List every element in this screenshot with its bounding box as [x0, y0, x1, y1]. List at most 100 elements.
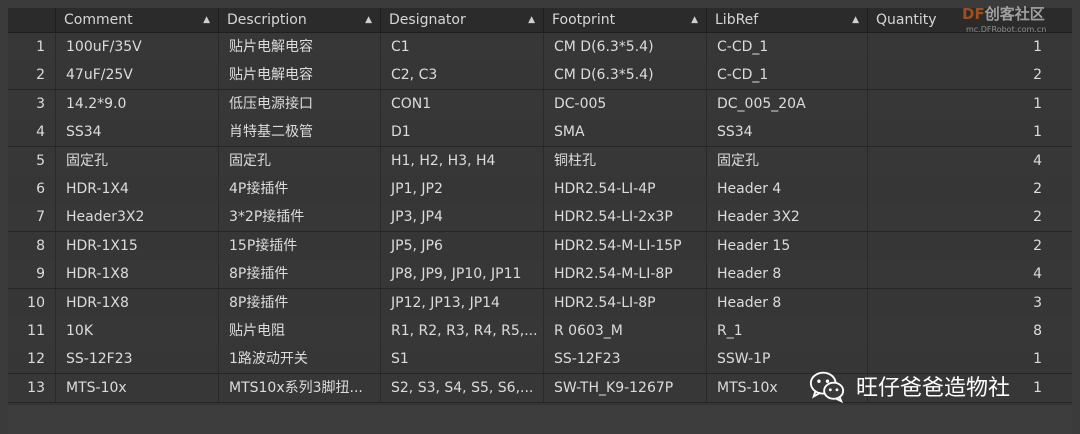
table-row[interactable]: 11 10K 贴片电阻 R1, R2, R3, R4, R5,... R 0603_M R… — [8, 317, 1072, 346]
cell-libref[interactable]: Header 8 — [707, 260, 868, 289]
cell-footprint[interactable]: SW-TH_K9-1267P — [544, 373, 707, 402]
cell-designator[interactable]: JP5, JP6 — [381, 231, 544, 260]
cell-libref[interactable]: Header 3X2 — [707, 203, 868, 232]
cell-designator[interactable]: CON1 — [381, 89, 544, 118]
cell-comment[interactable]: Header3X2 — [56, 203, 219, 232]
cell-libref[interactable]: C-CD_1 — [707, 33, 868, 61]
cell-comment[interactable]: HDR-1X15 — [56, 231, 219, 260]
cell-row-number[interactable]: 10 — [8, 288, 56, 317]
cell-description[interactable]: 固定孔 — [219, 146, 381, 175]
header-description[interactable]: Description ▲ — [219, 8, 381, 32]
header-footprint[interactable]: Footprint ▲ — [544, 8, 707, 32]
cell-footprint[interactable]: HDR2.54-LI-4P — [544, 175, 707, 203]
cell-designator[interactable]: C1 — [381, 33, 544, 61]
cell-description[interactable]: 15P接插件 — [219, 231, 381, 260]
cell-libref[interactable]: Header 8 — [707, 288, 868, 317]
cell-comment[interactable]: SS34 — [56, 118, 219, 147]
cell-quantity[interactable]: 4 — [868, 147, 1072, 175]
cell-designator[interactable]: S2, S3, S4, S5, S6,... — [381, 373, 544, 402]
table-row[interactable]: 4 SS34 肖特基二极管 D1 SMA SS34 1 — [8, 118, 1072, 148]
cell-footprint[interactable]: HDR2.54-M-LI-8P — [544, 260, 707, 289]
cell-designator[interactable]: JP3, JP4 — [381, 203, 544, 232]
cell-designator[interactable]: JP1, JP2 — [381, 175, 544, 203]
cell-description[interactable]: 贴片电解电容 — [219, 33, 381, 61]
cell-quantity[interactable]: 8 — [868, 317, 1072, 345]
cell-quantity[interactable]: 1 — [868, 33, 1072, 61]
cell-comment[interactable]: 100uF/35V — [56, 33, 219, 61]
header-comment[interactable]: Comment ▲ — [56, 8, 219, 32]
table-row[interactable]: 8 HDR-1X15 15P接插件 JP5, JP6 HDR2.54-M-LI-15P H… — [8, 231, 1072, 261]
cell-description[interactable]: 1路波动开关 — [219, 345, 381, 374]
cell-libref[interactable]: 固定孔 — [707, 146, 868, 175]
cell-comment[interactable]: 14.2*9.0 — [56, 89, 219, 118]
cell-quantity[interactable]: 2 — [868, 232, 1072, 260]
cell-footprint[interactable]: 铜柱孔 — [544, 146, 707, 175]
cell-row-number[interactable]: 1 — [8, 33, 56, 61]
table-row[interactable]: 1 100uF/35V 贴片电解电容 C1 CM D(6.3*5.4) C-CD_1 1 — [8, 33, 1072, 62]
cell-footprint[interactable]: DC-005 — [544, 89, 707, 118]
cell-row-number[interactable]: 4 — [8, 118, 56, 147]
table-row[interactable]: 2 47uF/25V 贴片电解电容 C2, C3 CM D(6.3*5.4) C-CD_1… — [8, 61, 1072, 91]
cell-description[interactable]: 贴片电解电容 — [219, 61, 381, 90]
cell-description[interactable]: MTS10x系列3脚扭... — [219, 373, 381, 402]
cell-comment[interactable]: SS-12F23 — [56, 345, 219, 374]
cell-row-number[interactable]: 5 — [8, 146, 56, 175]
cell-footprint[interactable]: HDR2.54-LI-8P — [544, 288, 707, 317]
cell-quantity[interactable]: 2 — [868, 175, 1072, 203]
cell-description[interactable]: 低压电源接口 — [219, 89, 381, 118]
cell-footprint[interactable]: CM D(6.3*5.4) — [544, 61, 707, 90]
cell-quantity[interactable]: 4 — [868, 260, 1072, 288]
cell-row-number[interactable]: 7 — [8, 203, 56, 232]
cell-comment[interactable]: 10K — [56, 317, 219, 345]
table-row[interactable]: 6 HDR-1X4 4P接插件 JP1, JP2 HDR2.54-LI-4P Header… — [8, 175, 1072, 204]
cell-footprint[interactable]: HDR2.54-M-LI-15P — [544, 231, 707, 260]
cell-description[interactable]: 3*2P接插件 — [219, 203, 381, 232]
cell-footprint[interactable]: R 0603_M — [544, 317, 707, 345]
cell-quantity[interactable]: 2 — [868, 61, 1072, 89]
cell-footprint[interactable]: HDR2.54-LI-2x3P — [544, 203, 707, 232]
cell-description[interactable]: 贴片电阻 — [219, 317, 381, 345]
cell-comment[interactable]: HDR-1X8 — [56, 288, 219, 317]
cell-row-number[interactable]: 3 — [8, 89, 56, 118]
cell-libref[interactable]: Header 15 — [707, 231, 868, 260]
cell-description[interactable]: 8P接插件 — [219, 288, 381, 317]
cell-description[interactable]: 肖特基二极管 — [219, 118, 381, 147]
cell-quantity[interactable]: 2 — [868, 203, 1072, 231]
table-row[interactable]: 3 14.2*9.0 低压电源接口 CON1 DC-005 DC_005_20A 1 — [8, 89, 1072, 119]
cell-row-number[interactable]: 6 — [8, 175, 56, 203]
header-libref[interactable]: LibRef ▲ — [707, 8, 868, 32]
cell-designator[interactable]: C2, C3 — [381, 61, 544, 90]
cell-footprint[interactable]: CM D(6.3*5.4) — [544, 33, 707, 61]
table-row[interactable]: 7 Header3X2 3*2P接插件 JP3, JP4 HDR2.54-LI-2x3P… — [8, 203, 1072, 233]
cell-libref[interactable]: DC_005_20A — [707, 89, 868, 118]
cell-designator[interactable]: JP12, JP13, JP14 — [381, 288, 544, 317]
cell-designator[interactable]: D1 — [381, 118, 544, 147]
table-row[interactable]: 10 HDR-1X8 8P接插件 JP12, JP13, JP14 HDR2.54-LI… — [8, 288, 1072, 318]
cell-row-number[interactable]: 2 — [8, 61, 56, 90]
cell-libref[interactable]: SS34 — [707, 118, 868, 147]
table-row[interactable]: 5 固定孔 固定孔 H1, H2, H3, H4 铜柱孔 固定孔 4 — [8, 146, 1072, 176]
cell-comment[interactable]: MTS-10x — [56, 373, 219, 402]
cell-comment[interactable]: 固定孔 — [56, 146, 219, 175]
cell-libref[interactable]: Header 4 — [707, 175, 868, 203]
cell-libref[interactable]: C-CD_1 — [707, 61, 868, 90]
cell-comment[interactable]: HDR-1X8 — [56, 260, 219, 289]
header-designator[interactable]: Designator ▲ — [381, 8, 544, 32]
cell-quantity[interactable]: 1 — [868, 90, 1072, 118]
cell-comment[interactable]: HDR-1X4 — [56, 175, 219, 203]
cell-footprint[interactable]: SMA — [544, 118, 707, 147]
cell-row-number[interactable]: 11 — [8, 317, 56, 345]
cell-quantity[interactable]: 1 — [868, 118, 1072, 146]
cell-libref[interactable]: R_1 — [707, 317, 868, 345]
cell-designator[interactable]: S1 — [381, 345, 544, 374]
cell-description[interactable]: 8P接插件 — [219, 260, 381, 289]
table-row[interactable]: 9 HDR-1X8 8P接插件 JP8, JP9, JP10, JP11 HDR2.54… — [8, 260, 1072, 290]
header-row-number[interactable] — [8, 8, 56, 32]
cell-designator[interactable]: H1, H2, H3, H4 — [381, 146, 544, 175]
cell-quantity[interactable]: 3 — [868, 289, 1072, 317]
cell-row-number[interactable]: 12 — [8, 345, 56, 374]
cell-designator[interactable]: JP8, JP9, JP10, JP11 — [381, 260, 544, 289]
cell-row-number[interactable]: 13 — [8, 373, 56, 402]
cell-designator[interactable]: R1, R2, R3, R4, R5,... — [381, 317, 544, 345]
cell-comment[interactable]: 47uF/25V — [56, 61, 219, 90]
